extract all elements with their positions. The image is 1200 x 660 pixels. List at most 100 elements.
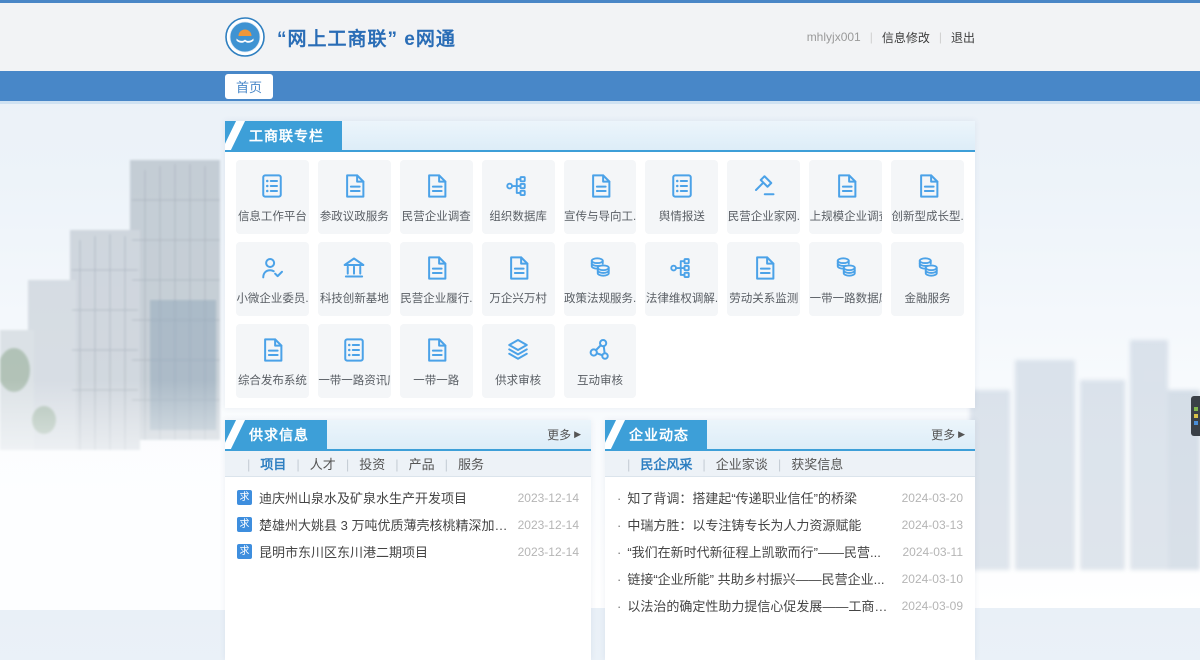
doc-icon xyxy=(257,335,287,365)
app-tile[interactable]: 金融服务 xyxy=(891,242,964,316)
app-tile[interactable]: 民营企业履行... xyxy=(400,242,473,316)
username: mhlyjx001 xyxy=(807,30,861,44)
supply-list: 求 迪庆州山泉水及矿泉水生产开发项目 2023-12-14 求 楚雄州大姚县 3… xyxy=(225,477,591,565)
panel-title-tab: 企业动态 xyxy=(605,420,707,449)
bank-icon xyxy=(339,253,369,283)
item-title: 以法治的确定性助力提信心促发展——工商联... xyxy=(617,596,892,615)
news-tab-bar: 民企风采企业家谈获奖信息 xyxy=(605,451,975,477)
item-date: 2024-03-20 xyxy=(902,491,963,505)
logout-link[interactable]: 退出 xyxy=(951,29,975,46)
supply-tab[interactable]: 人才 xyxy=(286,454,335,473)
news-tab[interactable]: 企业家谈 xyxy=(692,454,767,473)
enterprise-news-panel: 企业动态 更多 ▶ 民企风采企业家谈获奖信息 知了背调：搭建起“传递职业信任”的… xyxy=(605,420,975,660)
app-tile[interactable]: 创新型成长型... xyxy=(891,160,964,234)
panel-title-tab: 工商联专栏 xyxy=(225,121,342,150)
supply-more-link[interactable]: 更多 ▶ xyxy=(537,420,591,449)
item-date: 2023-12-14 xyxy=(518,491,579,505)
item-title: “我们在新时代新征程上凯歌而行”——民营... xyxy=(617,542,893,561)
news-tab[interactable]: 民企风采 xyxy=(617,454,692,473)
app-tile-label: 科技创新基地 xyxy=(320,290,389,306)
app-tile[interactable]: 政策法规服务... xyxy=(564,242,637,316)
app-tile[interactable]: 科技创新基地 xyxy=(318,242,391,316)
app-tile[interactable]: 宣传与导向工... xyxy=(564,160,637,234)
floating-widget[interactable] xyxy=(1191,396,1200,436)
app-tile-label: 万企兴万村 xyxy=(489,290,547,306)
demand-badge: 求 xyxy=(237,517,252,532)
supply-tab[interactable]: 投资 xyxy=(336,454,385,473)
item-title: 楚雄州大姚县 3 万吨优质薄壳核桃精深加工及科... xyxy=(259,515,508,534)
supply-list-item[interactable]: 求 迪庆州山泉水及矿泉水生产开发项目 2023-12-14 xyxy=(237,484,579,511)
orgchart-icon xyxy=(503,171,533,201)
item-date: 2024-03-11 xyxy=(903,545,964,559)
app-tile-label: 信息工作平台 xyxy=(238,208,307,224)
separator: | xyxy=(870,30,873,44)
supply-demand-panel: 供求信息 更多 ▶ 项目人才投资产品服务 求 迪庆州山泉水及矿泉水生产开发项目 … xyxy=(225,420,591,660)
app-tile-label: 综合发布系统 xyxy=(238,372,307,388)
more-arrow-icon: ▶ xyxy=(574,429,581,440)
app-tile[interactable]: 参政议政服务 xyxy=(318,160,391,234)
main-navbar: 首页 xyxy=(0,71,1200,104)
item-date: 2024-03-10 xyxy=(902,572,963,586)
app-tile[interactable]: 综合发布系统 xyxy=(236,324,309,398)
list-icon xyxy=(339,335,369,365)
app-tile[interactable]: 互动审核 xyxy=(564,324,637,398)
item-title: 知了背调：搭建起“传递职业信任”的桥梁 xyxy=(617,488,892,507)
app-tile[interactable]: 信息工作平台 xyxy=(236,160,309,234)
app-tile-label: 互动审核 xyxy=(577,372,623,388)
doc-icon xyxy=(749,253,779,283)
doc-icon xyxy=(831,171,861,201)
news-list-item[interactable]: 知了背调：搭建起“传递职业信任”的桥梁 2024-03-20 xyxy=(617,484,963,511)
news-list-item[interactable]: 中瑞方胜：以专注铸专长为人力资源赋能 2024-03-13 xyxy=(617,511,963,538)
user-check-icon xyxy=(257,253,287,283)
app-tile[interactable]: 民营企业家网... xyxy=(727,160,800,234)
news-tab[interactable]: 获奖信息 xyxy=(768,454,843,473)
app-tile[interactable]: 劳动关系监测 xyxy=(727,242,800,316)
supply-list-item[interactable]: 求 昆明市东川区东川港二期项目 2023-12-14 xyxy=(237,538,579,565)
app-tile[interactable]: 民营企业调查 xyxy=(400,160,473,234)
app-tile[interactable]: 一带一路数据库 xyxy=(809,242,882,316)
app-tile[interactable]: 组织数据库 xyxy=(482,160,555,234)
gavel-icon xyxy=(749,171,779,201)
app-tile[interactable]: 法律维权调解... xyxy=(645,242,718,316)
panel-title-tab: 供求信息 xyxy=(225,420,327,449)
separator: | xyxy=(939,30,942,44)
supply-list-item[interactable]: 求 楚雄州大姚县 3 万吨优质薄壳核桃精深加工及科... 2023-12-14 xyxy=(237,511,579,538)
app-tile[interactable]: 舆情报送 xyxy=(645,160,718,234)
database-icon xyxy=(585,253,615,283)
news-list-item[interactable]: 以法治的确定性助力提信心促发展——工商联... 2024-03-09 xyxy=(617,592,963,619)
supply-tab[interactable]: 产品 xyxy=(385,454,434,473)
app-tile[interactable]: 供求审核 xyxy=(482,324,555,398)
supply-tab-bar: 项目人才投资产品服务 xyxy=(225,451,591,477)
app-tile[interactable]: 一带一路资讯库 xyxy=(318,324,391,398)
layers-icon xyxy=(503,335,533,365)
app-tile[interactable]: 上规模企业调查 xyxy=(809,160,882,234)
item-date: 2024-03-09 xyxy=(902,599,963,613)
demand-badge: 求 xyxy=(237,490,252,505)
background-buildings-left xyxy=(0,120,240,500)
news-list-item[interactable]: “我们在新时代新征程上凯歌而行”——民营... 2024-03-11 xyxy=(617,538,963,565)
list-icon xyxy=(667,171,697,201)
nav-item-home[interactable]: 首页 xyxy=(225,74,273,99)
app-tile-label: 民营企业家网... xyxy=(728,208,800,224)
supply-tab[interactable]: 服务 xyxy=(435,454,484,473)
app-tile-label: 舆情报送 xyxy=(659,208,705,224)
item-date: 2024-03-13 xyxy=(902,518,963,532)
panel-header: 企业动态 更多 ▶ xyxy=(605,420,975,451)
supply-tab[interactable]: 项目 xyxy=(237,454,286,473)
modify-info-link[interactable]: 信息修改 xyxy=(882,29,930,46)
app-tile[interactable]: 一带一路 xyxy=(400,324,473,398)
news-more-link[interactable]: 更多 ▶ xyxy=(921,420,975,449)
app-tile-label: 法律维权调解... xyxy=(646,290,718,306)
item-date: 2023-12-14 xyxy=(518,545,579,559)
app-tile[interactable]: 小微企业委员... xyxy=(236,242,309,316)
app-tile-label: 参政议政服务 xyxy=(320,208,389,224)
news-list-item[interactable]: 链接“企业所能” 共助乡村振兴——民营企业... 2024-03-10 xyxy=(617,565,963,592)
item-title: 昆明市东川区东川港二期项目 xyxy=(259,542,508,561)
app-tile-label: 金融服务 xyxy=(905,290,951,306)
doc-icon xyxy=(339,171,369,201)
app-tile-label: 创新型成长型... xyxy=(892,208,964,224)
app-tile-label: 小微企业委员... xyxy=(236,290,308,306)
app-tile-grid: 信息工作平台 参政议政服务 民营企业调查 组织数据库 xyxy=(225,152,975,408)
app-tile[interactable]: 万企兴万村 xyxy=(482,242,555,316)
app-tile-label: 组织数据库 xyxy=(489,208,547,224)
